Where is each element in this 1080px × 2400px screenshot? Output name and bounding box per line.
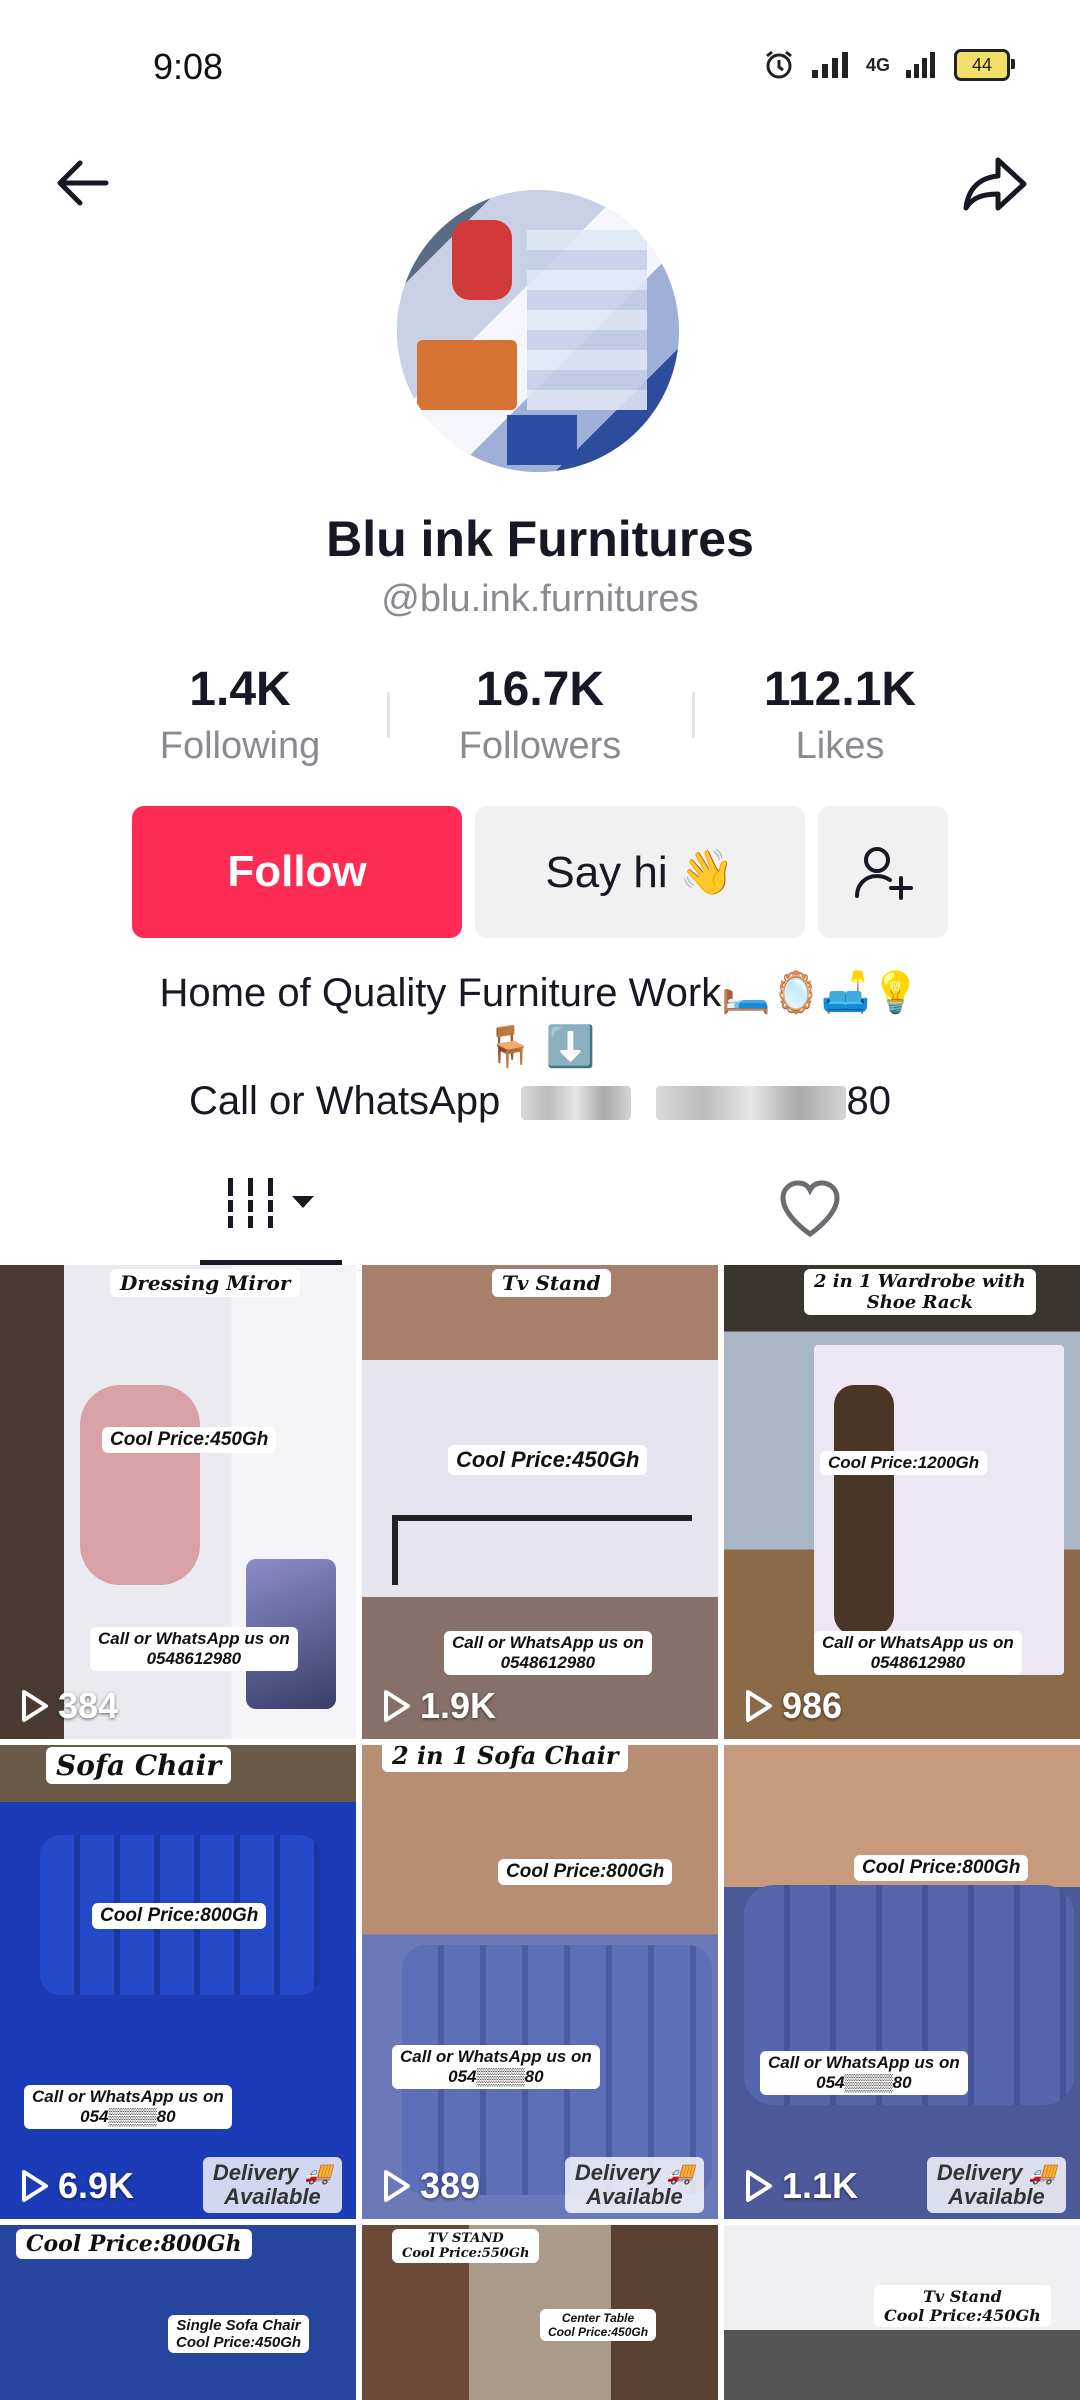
redacted-number — [521, 1086, 632, 1121]
play-icon — [22, 2170, 48, 2202]
display-name: Blu ink Furnitures — [326, 511, 754, 567]
video-contact: Call or WhatsApp us on 0548612980 — [90, 1627, 298, 1671]
stat-value: 1.4K — [189, 663, 291, 716]
signal-icon — [811, 52, 848, 78]
profile-stats: 1.4K Following 16.7K Followers 112.1K Li… — [0, 660, 1080, 780]
video-thumbnail[interactable]: Sofa Chair Cool Price:800Gh Call or What… — [0, 1745, 356, 2219]
view-count-value: 6.9K — [58, 2165, 135, 2206]
play-icon — [746, 1690, 772, 1722]
network-type: 4G — [865, 54, 890, 75]
view-count-value: 1.1K — [782, 2165, 859, 2206]
status-time: 9:08 — [153, 46, 224, 87]
alarm-icon — [766, 50, 792, 79]
bio-line: Home of Quality Furniture Work🛏️🪞🛋️💡 — [159, 971, 921, 1015]
video-thumbnail[interactable]: TV STAND Cool Price:550Gh Center Table C… — [362, 2225, 718, 2400]
person-add-icon — [855, 847, 913, 900]
video-thumbnail[interactable]: 2 in 1 Sofa Chair Cool Price:800Gh Call … — [362, 1745, 718, 2219]
battery-level: 44 — [971, 54, 993, 75]
follow-button[interactable]: Follow — [132, 806, 462, 938]
video-thumbnail[interactable]: Cool Price:800Gh Single Sofa Chair Cool … — [0, 2225, 356, 2400]
bio-contact-suffix: 80 — [846, 1079, 891, 1123]
view-count: 384 — [20, 1685, 118, 1727]
delivery-badge: Delivery 🚚 Available — [926, 2157, 1066, 2213]
video-title: Tv Stand — [492, 1269, 611, 1297]
view-count: 1.9K — [382, 1685, 496, 1727]
video-thumbnail[interactable]: Dressing Miror Cool Price:450Gh Call or … — [0, 1265, 356, 1739]
video-title: Sofa Chair — [46, 1747, 232, 1784]
video-price: Cool Price:450Gh — [448, 1445, 648, 1475]
video-grid: Dressing Miror Cool Price:450Gh Call or … — [0, 1265, 1080, 2400]
video-thumbnail[interactable]: 2 in 1 Wardrobe with Shoe Rack Cool Pric… — [724, 1265, 1080, 1739]
bio-line-contact: Call or WhatsApp 80 — [0, 1074, 1080, 1128]
play-icon — [384, 2170, 410, 2202]
view-count: 6.9K — [20, 2165, 134, 2207]
divider — [692, 692, 695, 738]
video-thumbnail[interactable]: Tv Stand Cool Price:450Gh Call or WhatsA… — [362, 1265, 718, 1739]
status-bar: 9:08 4G 44 — [0, 0, 1080, 130]
video-contact: Call or WhatsApp us on 0548612980 — [814, 1631, 1022, 1675]
play-icon — [746, 2170, 772, 2202]
video-price: Single Sofa Chair Cool Price:450Gh — [168, 2315, 310, 2353]
video-thumbnail[interactable]: Tv Stand Cool Price:450Gh — [724, 2225, 1080, 2400]
video-title: TV STAND Cool Price:550Gh — [392, 2229, 540, 2263]
delivery-badge: Delivery 🚚 Available — [564, 2157, 704, 2213]
stat-label: Following — [159, 725, 321, 767]
signal-icon-2 — [906, 52, 935, 78]
play-icon — [22, 1690, 48, 1722]
stat-label: Followers — [458, 725, 622, 767]
stat-value: 16.7K — [475, 663, 605, 716]
video-price: Cool Price:800Gh — [854, 1855, 1029, 1881]
view-count: 389 — [382, 2165, 480, 2207]
video-contact: Call or WhatsApp us on 054▒▒▒▒80 — [760, 2051, 968, 2095]
video-thumbnail[interactable]: Cool Price:800Gh Call or WhatsApp us on … — [724, 1745, 1080, 2219]
add-friend-button[interactable] — [818, 806, 948, 938]
share-icon[interactable] — [958, 146, 1032, 220]
redacted-number — [656, 1086, 847, 1121]
view-count-value: 1.9K — [420, 1685, 497, 1726]
video-price: Center Table Cool Price:450Gh — [540, 2309, 657, 2341]
video-title: 2 in 1 Sofa Chair — [382, 1745, 629, 1772]
video-price: Cool Price:800Gh — [92, 1903, 267, 1929]
content-tabs — [0, 1160, 1080, 1271]
view-count: 1.1K — [744, 2165, 858, 2207]
battery-icon: 44 — [954, 49, 1015, 81]
view-count-value: 389 — [420, 2165, 481, 2206]
bio: Home of Quality Furniture Work🛏️🪞🛋️💡 🪑 ⬇… — [0, 966, 1080, 1128]
stat-label: Likes — [795, 725, 885, 767]
grid-icon — [224, 1178, 314, 1228]
view-count-value: 986 — [782, 1685, 843, 1726]
video-price: Cool Price:450Gh — [102, 1427, 277, 1453]
video-price: Cool Price:1200Gh — [820, 1451, 988, 1475]
bio-contact-label: Call or WhatsApp — [189, 1079, 501, 1123]
video-title: 2 in 1 Wardrobe with Shoe Rack — [804, 1269, 1036, 1315]
bio-line: 🪑 ⬇️ — [484, 1025, 596, 1069]
view-count-value: 384 — [58, 1685, 119, 1726]
video-title: Cool Price:800Gh — [16, 2229, 252, 2259]
avatar[interactable] — [397, 190, 679, 472]
say-hi-button[interactable]: Say hi 👋 — [475, 806, 805, 938]
video-price: Cool Price:800Gh — [498, 1859, 673, 1885]
stat-value: 112.1K — [763, 663, 917, 716]
stat-following[interactable]: 1.4K Following — [130, 660, 350, 772]
video-title: Dressing Miror — [110, 1269, 301, 1297]
view-count: 986 — [744, 1685, 842, 1727]
status-icons: 4G 44 — [762, 48, 1015, 82]
video-contact: Call or WhatsApp us on 054▒▒▒▒80 — [24, 2085, 232, 2129]
video-contact: Call or WhatsApp us on 054▒▒▒▒80 — [392, 2045, 600, 2089]
heart-icon[interactable] — [775, 1174, 845, 1244]
stat-followers[interactable]: 16.7K Followers — [430, 660, 650, 772]
divider — [387, 692, 390, 738]
play-icon — [384, 1690, 410, 1722]
video-title: Tv Stand Cool Price:450Gh — [874, 2285, 1051, 2327]
delivery-badge: Delivery 🚚 Available — [202, 2157, 342, 2213]
arrow-left-icon[interactable] — [48, 148, 118, 218]
tab-videos[interactable] — [220, 1170, 340, 1250]
stat-likes[interactable]: 112.1K Likes — [730, 660, 950, 772]
video-contact: Call or WhatsApp us on 0548612980 — [444, 1631, 652, 1675]
username: @blu.ink.furnitures — [381, 578, 699, 620]
